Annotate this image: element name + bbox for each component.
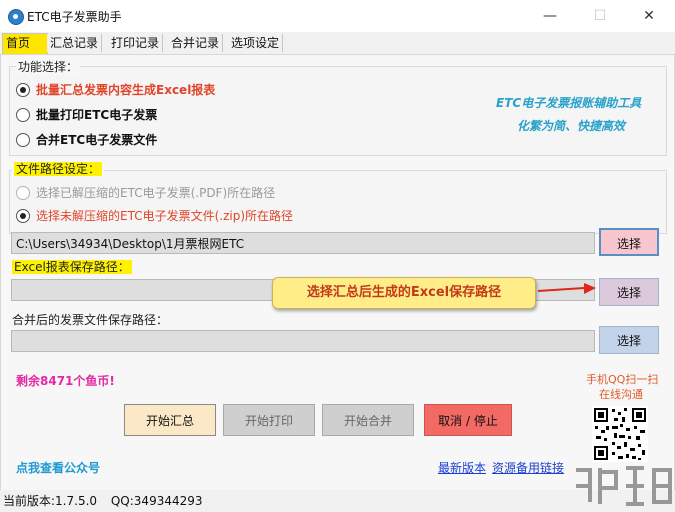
tab-options[interactable]: 选项设定 bbox=[228, 34, 284, 52]
cancel-stop-button[interactable]: 取消 / 停止 bbox=[424, 404, 512, 436]
excel-path-label-text: Excel报表保存路径： bbox=[12, 260, 132, 274]
path-legend: 文件路径设定： bbox=[12, 160, 105, 177]
radio-batch-print[interactable] bbox=[16, 108, 30, 122]
window-title: ETC电子发票助手 bbox=[27, 10, 122, 24]
option-summary-excel[interactable]: 批量汇总发票内容生成Excel报表 bbox=[16, 81, 316, 99]
option-batch-print[interactable]: 批量打印ETC电子发票 bbox=[16, 106, 316, 124]
option-merge-files-label: 合并ETC电子发票文件 bbox=[36, 133, 158, 147]
option-zip-path[interactable]: 选择未解压缩的ETC电子发票文件(.zip)所在路径 bbox=[16, 207, 336, 225]
backup-link[interactable]: 资源备用链接 bbox=[492, 459, 564, 476]
new-version-link[interactable]: 最新版本 bbox=[438, 459, 486, 476]
radio-merge-files[interactable] bbox=[16, 133, 30, 147]
option-pdf-path: 选择已解压缩的ETC电子发票(.PDF)所在路径 bbox=[16, 184, 336, 202]
version-text: 当前版本:1.7.5.0 bbox=[3, 494, 98, 508]
excel-path-callout: 选择汇总后生成的Excel保存路径 bbox=[272, 277, 536, 309]
qq-scan-line2: 在线沟通 bbox=[599, 388, 643, 401]
callout-arrow-icon bbox=[537, 283, 596, 294]
select-excel-path-button[interactable]: 选择 bbox=[599, 278, 659, 306]
path-legend-text: 文件路径设定： bbox=[14, 162, 103, 176]
option-pdf-path-label: 选择已解压缩的ETC电子发票(.PDF)所在路径 bbox=[36, 186, 276, 200]
tab-print-records[interactable]: 打印记录 bbox=[108, 34, 164, 52]
source-path-field[interactable]: C:\Users\34934\Desktop\1月票根网ETC bbox=[11, 232, 595, 254]
select-source-path-button[interactable]: 选择 bbox=[599, 228, 659, 256]
watermark-logo-icon bbox=[576, 466, 672, 506]
public-account-link[interactable]: 点我查看公众号 bbox=[16, 459, 100, 476]
option-batch-print-label: 批量打印ETC电子发票 bbox=[36, 108, 158, 122]
app-logo-icon bbox=[8, 9, 24, 25]
tab-home[interactable]: 首页 bbox=[2, 33, 48, 55]
tool-title: ETC电子发票报账辅助工具 bbox=[496, 96, 642, 110]
qq-text: QQ:349344293 bbox=[110, 494, 203, 508]
radio-pdf-path bbox=[16, 186, 30, 200]
maximize-button: ☐ bbox=[593, 8, 607, 24]
merge-path-field[interactable] bbox=[11, 330, 595, 352]
qq-scan-line1: 手机QQ扫一扫 bbox=[586, 373, 659, 386]
minimize-button[interactable]: — bbox=[535, 6, 565, 26]
tab-merge-records[interactable]: 合并记录 bbox=[168, 34, 224, 52]
start-merge-button: 开始合并 bbox=[322, 404, 414, 436]
start-summary-button[interactable]: 开始汇总 bbox=[124, 404, 216, 436]
select-merge-path-button[interactable]: 选择 bbox=[599, 326, 659, 354]
option-merge-files[interactable]: 合并ETC电子发票文件 bbox=[16, 131, 316, 149]
coins-balance: 剩余8471个鱼币! bbox=[16, 374, 115, 388]
radio-zip-path[interactable] bbox=[16, 209, 30, 223]
start-print-button: 开始打印 bbox=[223, 404, 315, 436]
excel-path-label: Excel报表保存路径： bbox=[12, 258, 132, 275]
function-legend: 功能选择： bbox=[16, 58, 81, 75]
close-button[interactable]: ✕ bbox=[634, 6, 664, 26]
tool-slogan: 化繁为简、快捷高效 bbox=[517, 119, 626, 133]
radio-summary-excel[interactable] bbox=[16, 83, 30, 97]
option-summary-excel-label: 批量汇总发票内容生成Excel报表 bbox=[36, 83, 216, 97]
merge-path-label: 合并后的发票文件保存路径： bbox=[12, 313, 169, 327]
qr-code-icon bbox=[592, 406, 648, 462]
option-zip-path-label: 选择未解压缩的ETC电子发票文件(.zip)所在路径 bbox=[36, 209, 294, 223]
tab-summary-records[interactable]: 汇总记录 bbox=[47, 34, 103, 52]
